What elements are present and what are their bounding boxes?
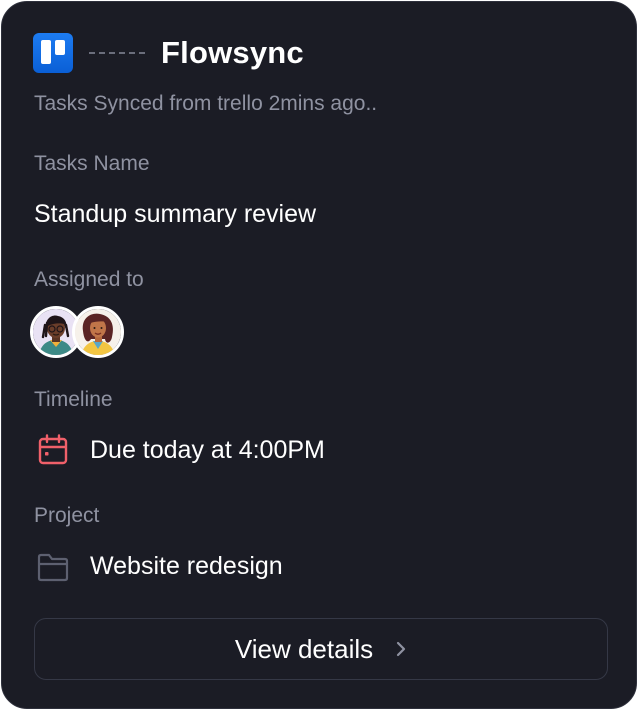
project-label: Project (34, 504, 100, 527)
assigned-to-label: Assigned to (34, 268, 144, 291)
card-header: Flowsync (33, 33, 304, 73)
avatar[interactable] (72, 306, 124, 358)
app-name: Flowsync (161, 35, 304, 70)
timeline-value: Due today at 4:00PM (90, 436, 325, 464)
trello-logo-icon (33, 33, 73, 73)
task-sync-card: Flowsync Tasks Synced from trello 2mins … (1, 1, 637, 709)
sync-status-text: Tasks Synced from trello 2mins ago.. (34, 92, 378, 115)
folder-icon (37, 552, 69, 587)
chevron-right-icon (395, 640, 407, 658)
assignee-avatars (30, 306, 130, 362)
view-details-label: View details (234, 633, 374, 664)
task-name-label: Tasks Name (34, 152, 150, 175)
view-details-button[interactable]: View details (34, 618, 608, 680)
calendar-icon (37, 434, 69, 471)
dotted-connector (89, 52, 145, 54)
timeline-label: Timeline (34, 388, 113, 411)
project-value: Website redesign (90, 552, 283, 580)
task-name-value: Standup summary review (34, 200, 317, 228)
